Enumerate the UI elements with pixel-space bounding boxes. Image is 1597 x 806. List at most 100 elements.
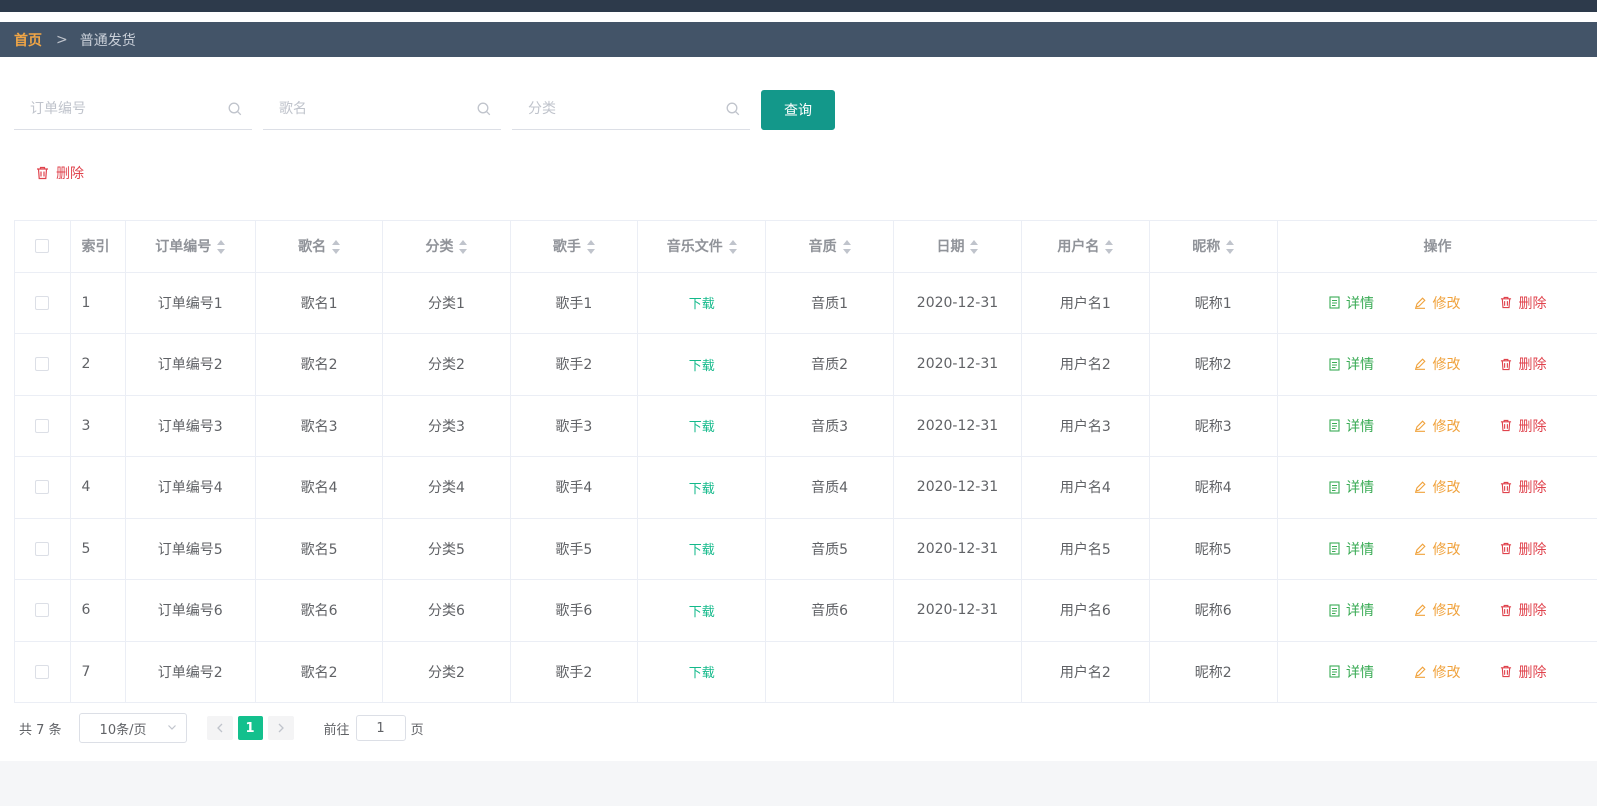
- edit-button[interactable]: 修改: [1394, 354, 1480, 374]
- sort-icon[interactable]: [970, 240, 979, 255]
- cell-category: 分类5: [382, 518, 511, 580]
- download-link[interactable]: 下载: [689, 543, 715, 558]
- row-checkbox[interactable]: [35, 418, 50, 433]
- column-header-singer[interactable]: 歌手: [510, 221, 639, 273]
- pencil-icon: [1415, 358, 1427, 371]
- sort-icon[interactable]: [1105, 240, 1114, 255]
- edit-button[interactable]: 修改: [1394, 662, 1480, 682]
- row-select-cell: [15, 518, 71, 580]
- detail-label: 详情: [1345, 664, 1374, 681]
- row-checkbox[interactable]: [35, 541, 50, 556]
- goto-page-input[interactable]: [355, 715, 406, 741]
- sort-icon[interactable]: [1226, 240, 1235, 255]
- column-header-order-label: 订单编号: [155, 239, 212, 256]
- cell-file: 下载: [637, 579, 767, 642]
- delete-button[interactable]: 删除: [1480, 477, 1566, 497]
- cell-index: 1: [70, 272, 126, 334]
- edit-label: 修改: [1432, 480, 1461, 497]
- song-name-search: [263, 90, 501, 130]
- sort-icon[interactable]: [586, 240, 595, 255]
- top-header-bar: [0, 0, 1597, 12]
- detail-button[interactable]: 详情: [1308, 600, 1394, 620]
- category-input[interactable]: [512, 90, 750, 128]
- column-header-singer-label: 歌手: [552, 239, 581, 256]
- row-checkbox[interactable]: [35, 603, 50, 618]
- select-all-cell: [15, 221, 71, 273]
- detail-button[interactable]: 详情: [1308, 293, 1394, 313]
- search-icon: [477, 102, 491, 116]
- column-header-nickname[interactable]: 昵称: [1149, 221, 1278, 273]
- cell-order: 订单编号1: [125, 272, 256, 334]
- edit-button[interactable]: 修改: [1394, 539, 1480, 559]
- breadcrumb-home-link[interactable]: 首页: [14, 30, 42, 50]
- download-link[interactable]: 下载: [689, 605, 715, 620]
- download-link[interactable]: 下载: [689, 482, 715, 497]
- trash-icon: [1501, 604, 1512, 616]
- bulk-delete-label: 删除: [56, 166, 84, 182]
- row-checkbox[interactable]: [35, 295, 50, 310]
- column-header-username[interactable]: 用户名: [1021, 221, 1150, 273]
- edit-button[interactable]: 修改: [1394, 477, 1480, 497]
- sort-icon[interactable]: [332, 240, 341, 255]
- cell-song: 歌名2: [255, 333, 384, 396]
- delete-button[interactable]: 删除: [1480, 293, 1566, 313]
- edit-label: 修改: [1432, 541, 1461, 558]
- delete-button[interactable]: 删除: [1480, 600, 1566, 620]
- sort-icon[interactable]: [217, 240, 226, 255]
- page-number-active[interactable]: 1: [237, 716, 263, 740]
- edit-button[interactable]: 修改: [1394, 293, 1480, 313]
- detail-button[interactable]: 详情: [1308, 416, 1394, 436]
- select-all-checkbox[interactable]: [35, 239, 50, 254]
- download-link[interactable]: 下载: [689, 666, 715, 681]
- orders-table: 索引 订单编号 歌名 分类 歌手 音乐文件 音质 日期 用户名 昵称 操作 1订…: [14, 220, 1597, 703]
- download-link[interactable]: 下载: [689, 359, 715, 374]
- order-number-search: [14, 90, 252, 130]
- cell-singer: 歌手2: [510, 641, 639, 703]
- chevron-left-icon: [216, 723, 223, 733]
- edit-label: 修改: [1432, 603, 1461, 620]
- bulk-delete-button[interactable]: 删除: [36, 163, 84, 183]
- row-checkbox[interactable]: [35, 664, 50, 679]
- pencil-icon: [1415, 543, 1427, 555]
- detail-label: 详情: [1345, 295, 1374, 312]
- sort-icon[interactable]: [459, 240, 468, 255]
- page-size-select[interactable]: 10条/页: [78, 713, 187, 743]
- delete-button[interactable]: 删除: [1480, 416, 1566, 436]
- breadcrumb-current: 普通发货: [79, 32, 136, 49]
- next-page-button[interactable]: [267, 716, 294, 740]
- document-icon: [1329, 665, 1340, 678]
- column-header-song[interactable]: 歌名: [255, 221, 384, 273]
- sort-icon[interactable]: [842, 240, 851, 255]
- cell-username: 用户名5: [1021, 518, 1150, 580]
- cell-index: 6: [70, 579, 126, 642]
- column-header-index: 索引: [70, 221, 126, 273]
- download-link[interactable]: 下载: [689, 420, 715, 435]
- detail-button[interactable]: 详情: [1308, 477, 1394, 497]
- prev-page-button[interactable]: [206, 716, 233, 740]
- detail-button[interactable]: 详情: [1308, 354, 1394, 374]
- column-header-date[interactable]: 日期: [893, 221, 1023, 273]
- cell-singer: 歌手6: [510, 579, 639, 642]
- song-name-input[interactable]: [263, 90, 501, 128]
- sort-icon[interactable]: [728, 240, 737, 255]
- detail-button[interactable]: 详情: [1308, 662, 1394, 682]
- order-number-input[interactable]: [14, 90, 252, 128]
- delete-button[interactable]: 删除: [1480, 539, 1566, 559]
- column-header-file[interactable]: 音乐文件: [637, 221, 767, 273]
- edit-button[interactable]: 修改: [1394, 416, 1480, 436]
- table-row: 3 订单编号3 歌名3 分类3 歌手3 下载 音质3 2020-12-31 用户名3 昵称3 详情 修…: [15, 395, 1597, 457]
- detail-button[interactable]: 详情: [1308, 539, 1394, 559]
- column-header-category[interactable]: 分类: [382, 221, 511, 273]
- row-checkbox[interactable]: [35, 357, 50, 372]
- cell-quality: 音质4: [765, 456, 894, 519]
- cell-date: 2020-12-31: [893, 395, 1023, 457]
- delete-button[interactable]: 删除: [1480, 354, 1566, 374]
- query-button[interactable]: 查询: [761, 90, 835, 130]
- download-link[interactable]: 下载: [689, 297, 715, 312]
- column-header-order[interactable]: 订单编号: [125, 221, 256, 273]
- row-checkbox[interactable]: [35, 480, 50, 495]
- cell-nickname: 昵称5: [1149, 518, 1278, 580]
- column-header-quality[interactable]: 音质: [765, 221, 894, 273]
- edit-button[interactable]: 修改: [1394, 600, 1480, 620]
- delete-button[interactable]: 删除: [1480, 662, 1566, 682]
